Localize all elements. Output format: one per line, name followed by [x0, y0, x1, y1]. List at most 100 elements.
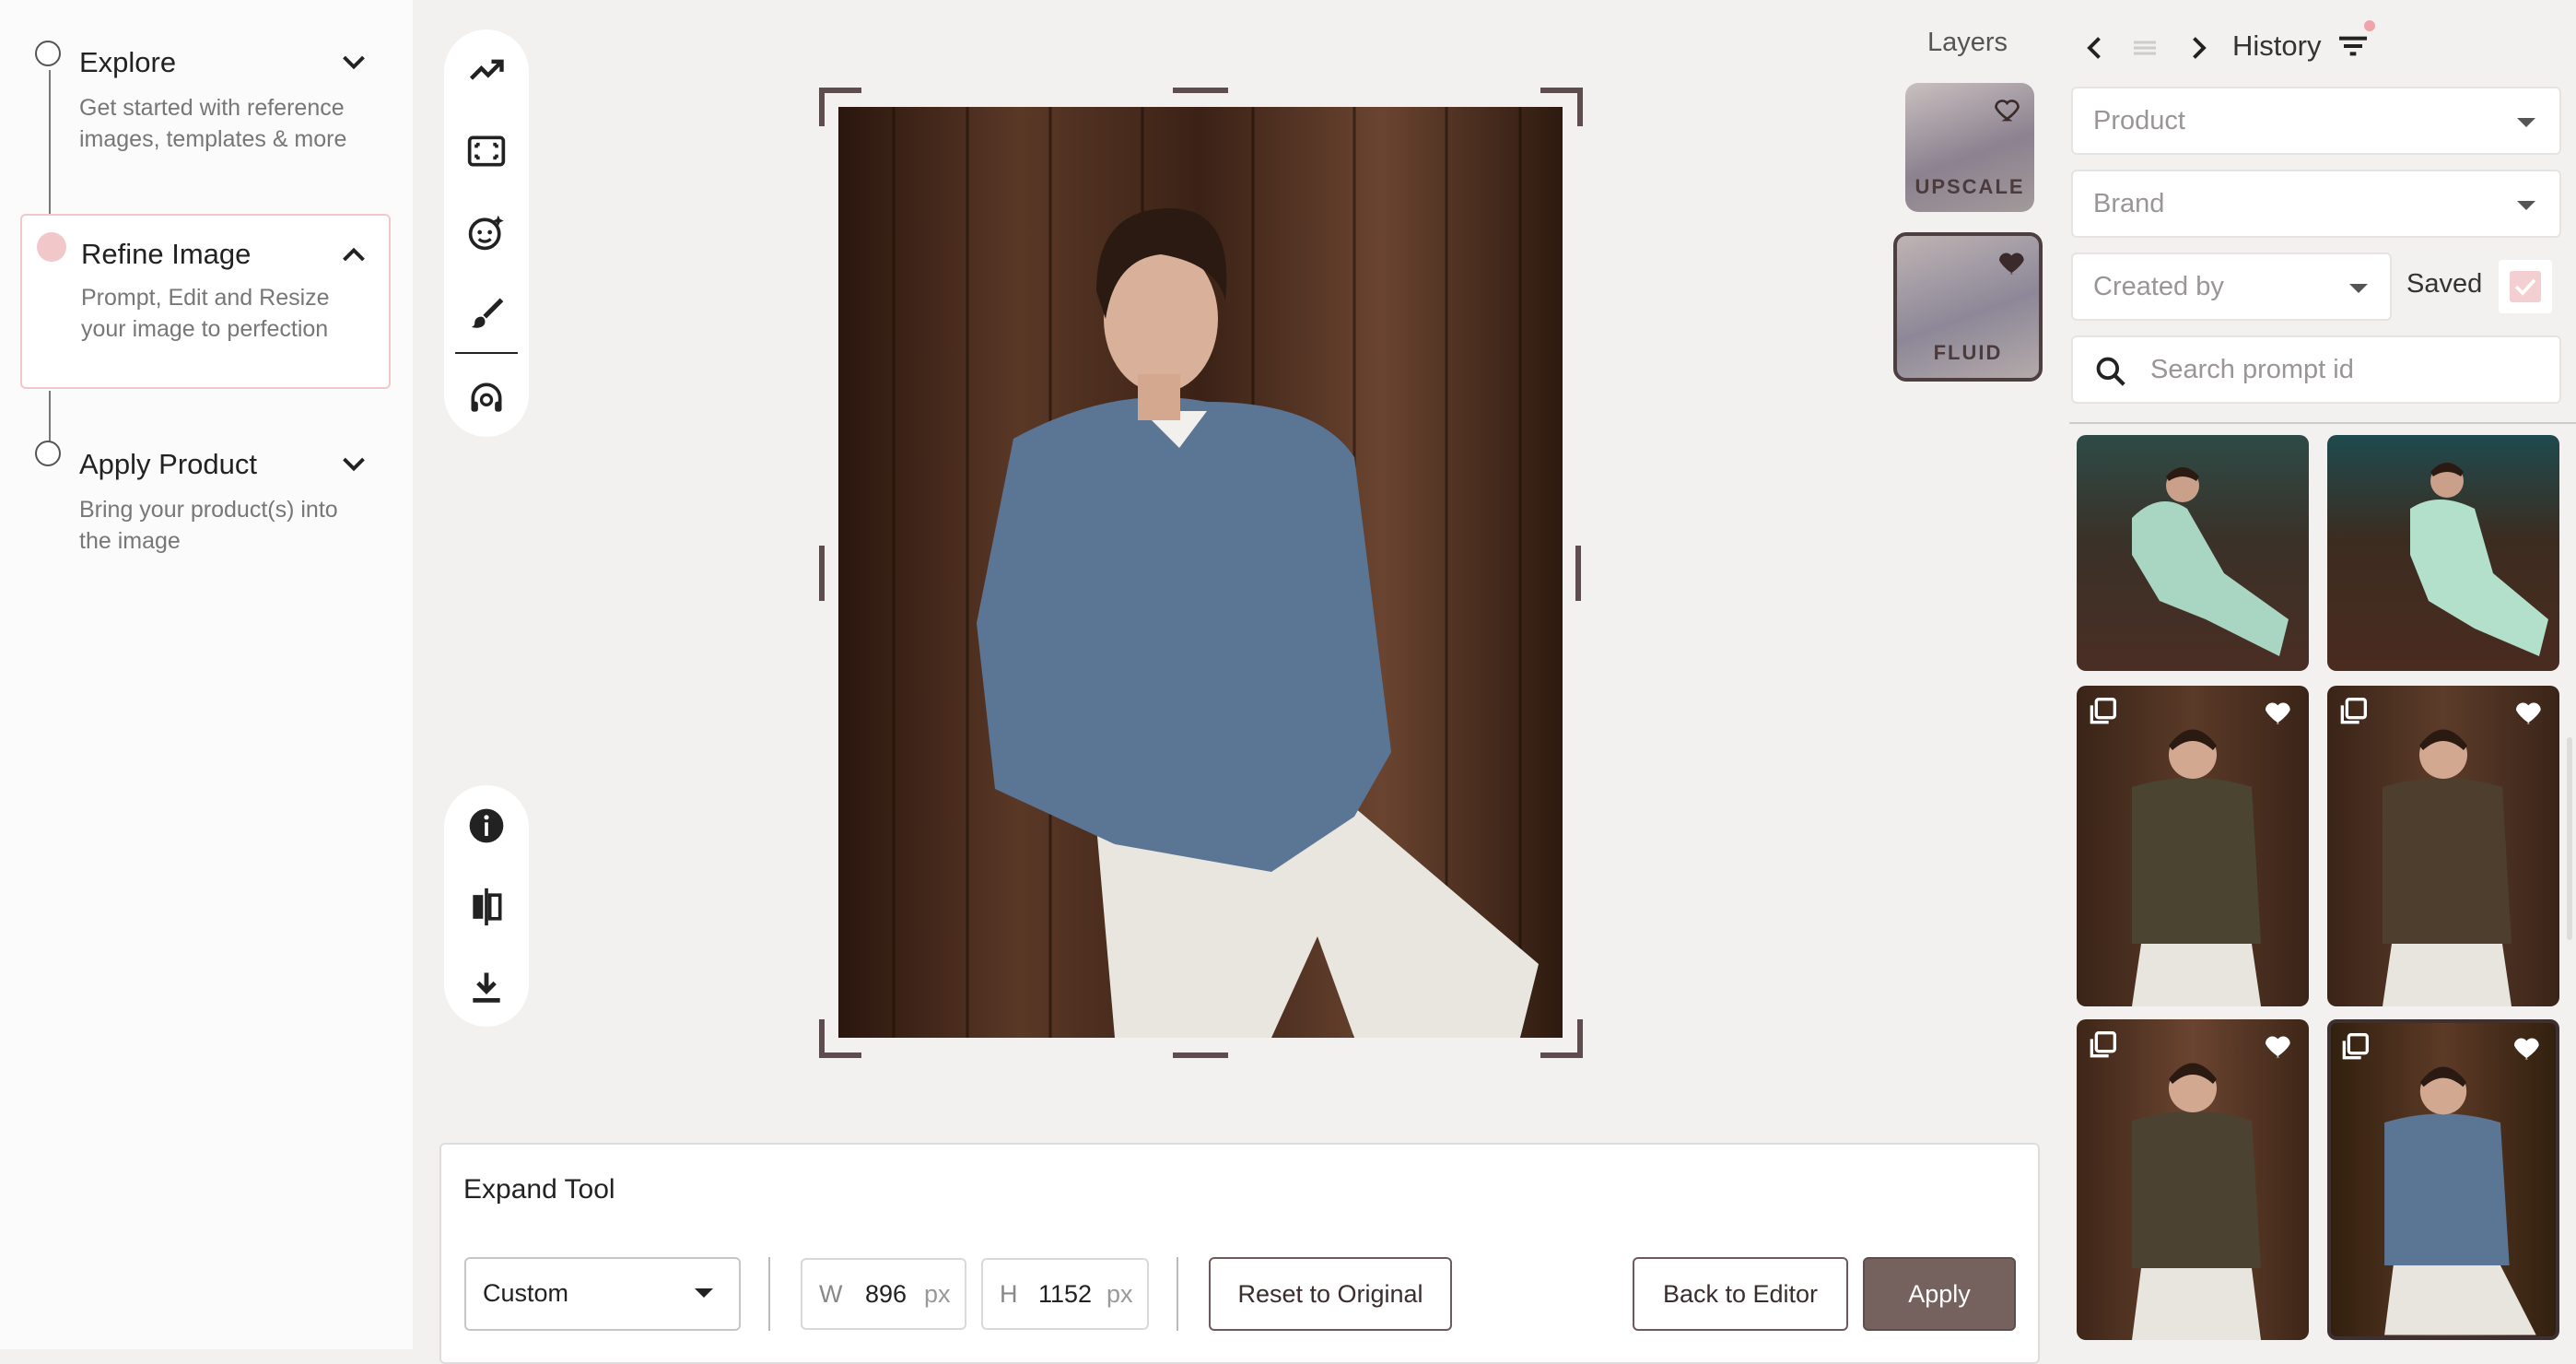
brand-select[interactable]: Brand: [2071, 170, 2561, 238]
compare-button[interactable]: [459, 879, 514, 935]
step-title: Apply Product: [79, 448, 257, 480]
crop-edge-handle[interactable]: [1575, 546, 1581, 601]
portrait-photo: [838, 107, 1563, 1038]
step-description: your image to perfection: [81, 316, 329, 342]
height-value: 1152: [1038, 1280, 1093, 1308]
layer-fluid[interactable]: FLUID: [1893, 232, 2043, 382]
expand-tool-title: Expand Tool: [463, 1174, 615, 1205]
chevron-down-icon[interactable]: [337, 448, 370, 481]
workflow-steps-panel: Explore Get started with reference image…: [0, 0, 413, 1349]
expand-tool-button[interactable]: [459, 123, 514, 179]
reset-to-original-button[interactable]: Reset to Original: [1209, 1257, 1452, 1331]
favorite-filled-icon[interactable]: [1995, 243, 2032, 280]
step-refine-image[interactable]: Refine Image Prompt, Edit and Resize you…: [20, 214, 391, 389]
height-unit: px: [1107, 1280, 1133, 1308]
created-by-select[interactable]: Created by: [2071, 253, 2392, 321]
history-thumbnail-selected[interactable]: [2327, 1019, 2559, 1340]
saved-label: Saved: [2406, 269, 2483, 299]
checkbox-box: [2510, 271, 2541, 302]
width-value: 896: [865, 1280, 907, 1308]
face-tool-button[interactable]: [459, 205, 514, 260]
filter-icon[interactable]: [2335, 28, 2371, 65]
favorite-filled-icon[interactable]: [2261, 693, 2298, 730]
toolbar-divider: [455, 352, 518, 354]
aspect-preset-select[interactable]: Custom: [464, 1257, 741, 1331]
download-icon: [473, 972, 500, 1003]
support-tool-button[interactable]: [459, 370, 514, 426]
back-to-editor-button[interactable]: Back to Editor: [1633, 1257, 1848, 1331]
step-description: Bring your product(s) into: [79, 497, 338, 523]
width-unit: px: [924, 1280, 951, 1308]
thumbnail-image: [2383, 729, 2512, 1006]
notification-dot: [2364, 20, 2375, 31]
step-description: Prompt, Edit and Resize: [81, 285, 330, 311]
crop-corner-handle[interactable]: [1540, 88, 1583, 126]
brush-icon: [471, 298, 504, 328]
step-description: the image: [79, 528, 181, 554]
layer-upscale[interactable]: UPSCALE: [1905, 83, 2034, 212]
history-thumbnail[interactable]: [2077, 435, 2309, 671]
step-explore[interactable]: Explore Get started with reference image…: [18, 35, 405, 173]
chevron-left-icon[interactable]: [2078, 31, 2112, 65]
layer-label: UPSCALE: [1914, 175, 2025, 198]
crop-edge-handle[interactable]: [819, 546, 825, 601]
stack-icon: [2342, 1033, 2369, 1060]
chevron-up-icon[interactable]: [337, 238, 370, 271]
download-button[interactable]: [459, 960, 514, 1016]
history-title: History: [2232, 29, 2322, 62]
history-thumbnail[interactable]: [2327, 686, 2559, 1006]
toolbar-divider: [1177, 1257, 1178, 1331]
layer-label: FLUID: [1933, 341, 2003, 364]
caret-down-icon: [2349, 284, 2368, 293]
width-label: W: [819, 1280, 843, 1308]
chevron-down-icon[interactable]: [337, 46, 370, 79]
height-label: H: [1000, 1280, 1018, 1308]
history-scrollbar[interactable]: [2567, 737, 2572, 940]
history-thumbnail[interactable]: [2327, 435, 2559, 671]
step-title: Explore: [79, 46, 177, 78]
image-actions-toolbar: [444, 785, 529, 1027]
step-connector: [49, 391, 51, 442]
crop-edge-handle[interactable]: [1173, 88, 1228, 93]
drag-handle-icon[interactable]: [2128, 31, 2161, 65]
search-placeholder: Search prompt id: [2150, 354, 2354, 384]
check-icon: [2514, 278, 2536, 296]
crop-corner-handle[interactable]: [819, 1019, 861, 1058]
caret-down-icon: [2517, 201, 2535, 210]
trend-icon: [469, 59, 504, 80]
crop-corner-handle[interactable]: [1540, 1019, 1583, 1058]
apply-button[interactable]: Apply: [1863, 1257, 2016, 1331]
step-active-dot: [37, 232, 66, 262]
step-apply-product[interactable]: Apply Product Bring your product(s) into…: [18, 441, 405, 579]
crop-corner-handle[interactable]: [819, 88, 861, 126]
history-thumbnail[interactable]: [2077, 686, 2309, 1006]
chevron-right-icon[interactable]: [2182, 31, 2215, 65]
saved-checkbox[interactable]: [2499, 260, 2552, 313]
brush-tool-button[interactable]: [459, 286, 514, 341]
stack-icon: [2090, 1031, 2116, 1058]
layers-title: Layers: [1927, 28, 2008, 57]
favorite-filled-icon[interactable]: [2261, 1027, 2298, 1064]
favorite-outline-icon[interactable]: [1992, 92, 2025, 125]
history-thumbnail[interactable]: [2077, 1019, 2309, 1340]
search-prompt-field[interactable]: Search prompt id: [2071, 335, 2561, 404]
favorite-filled-icon[interactable]: [2512, 693, 2548, 730]
info-icon: [469, 808, 504, 843]
search-icon: [2096, 357, 2125, 386]
favorite-filled-icon[interactable]: [2510, 1029, 2547, 1065]
product-select[interactable]: Product: [2071, 87, 2561, 155]
trend-tool-button[interactable]: [459, 42, 514, 98]
thumbnail-image: [2132, 1063, 2261, 1340]
width-input[interactable]: W 896 px: [801, 1258, 966, 1330]
canvas-image[interactable]: [838, 107, 1563, 1038]
crop-edge-handle[interactable]: [1173, 1052, 1228, 1058]
step-description: Get started with reference: [79, 95, 345, 121]
step-radio[interactable]: [35, 441, 61, 466]
thumbnail-image: [2132, 467, 2289, 656]
brand-select-placeholder: Brand: [2093, 188, 2165, 218]
caret-down-icon: [695, 1288, 713, 1298]
info-button[interactable]: [459, 798, 514, 853]
history-divider: [2069, 422, 2576, 424]
step-radio[interactable]: [35, 41, 61, 66]
height-input[interactable]: H 1152 px: [981, 1258, 1149, 1330]
